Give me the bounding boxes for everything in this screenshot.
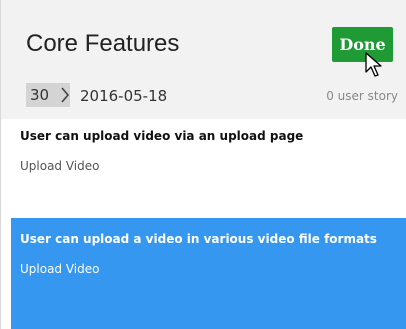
feature-panel: Core Features Done 30 2016-05-18 0 user … bbox=[0, 0, 406, 329]
story-card[interactable]: User can upload video via an upload page… bbox=[11, 119, 406, 218]
story-card-selected[interactable]: User can upload a video in various video… bbox=[11, 218, 406, 329]
story-feature: Upload Video bbox=[20, 262, 100, 276]
chevron-right-icon bbox=[61, 87, 70, 103]
sprint-number: 30 bbox=[30, 86, 50, 104]
story-title: User can upload video via an upload page bbox=[20, 129, 304, 143]
sprint-row: 30 2016-05-18 0 user story bbox=[1, 79, 406, 111]
done-button[interactable]: Done bbox=[332, 27, 393, 62]
story-feature: Upload Video bbox=[20, 159, 100, 173]
sprint-date: 2016-05-18 bbox=[80, 87, 168, 105]
panel-header: Core Features Done 30 2016-05-18 0 user … bbox=[1, 0, 406, 119]
panel-title: Core Features bbox=[26, 30, 180, 57]
story-title: User can upload a video in various video… bbox=[20, 232, 377, 246]
story-count: 0 user story bbox=[326, 89, 398, 103]
